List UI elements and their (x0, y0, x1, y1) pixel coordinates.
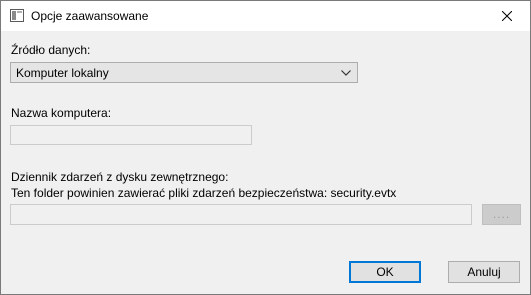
chevron-down-icon (341, 70, 351, 76)
external-log-label: Dziennik zdarzeń z dysku zewnętrznego: (11, 170, 229, 184)
window-app-icon (10, 9, 24, 22)
title-bar: Opcje zaawansowane (1, 1, 530, 31)
ok-button[interactable]: OK (349, 261, 421, 283)
window-title: Opcje zaawansowane (31, 9, 149, 23)
dialog-body: Źródło danych: Komputer lokalny Nazwa ko… (1, 31, 530, 294)
external-log-path-input[interactable] (10, 204, 472, 225)
cancel-button[interactable]: Anuluj (448, 261, 520, 283)
computer-name-input[interactable] (10, 125, 252, 145)
data-source-label: Źródło danych: (11, 43, 91, 57)
close-icon (502, 11, 512, 21)
data-source-selected-value: Komputer lokalny (16, 66, 109, 80)
data-source-dropdown[interactable]: Komputer lokalny (10, 62, 358, 83)
browse-button[interactable]: .... (482, 204, 521, 225)
external-log-hint: Ten folder powinien zawierać pliki zdarz… (11, 186, 397, 200)
computer-name-label: Nazwa komputera: (11, 106, 112, 120)
advanced-options-dialog: Opcje zaawansowane Źródło danych: Komput… (0, 0, 531, 295)
browse-button-label: .... (492, 207, 511, 221)
close-button[interactable] (484, 1, 530, 31)
